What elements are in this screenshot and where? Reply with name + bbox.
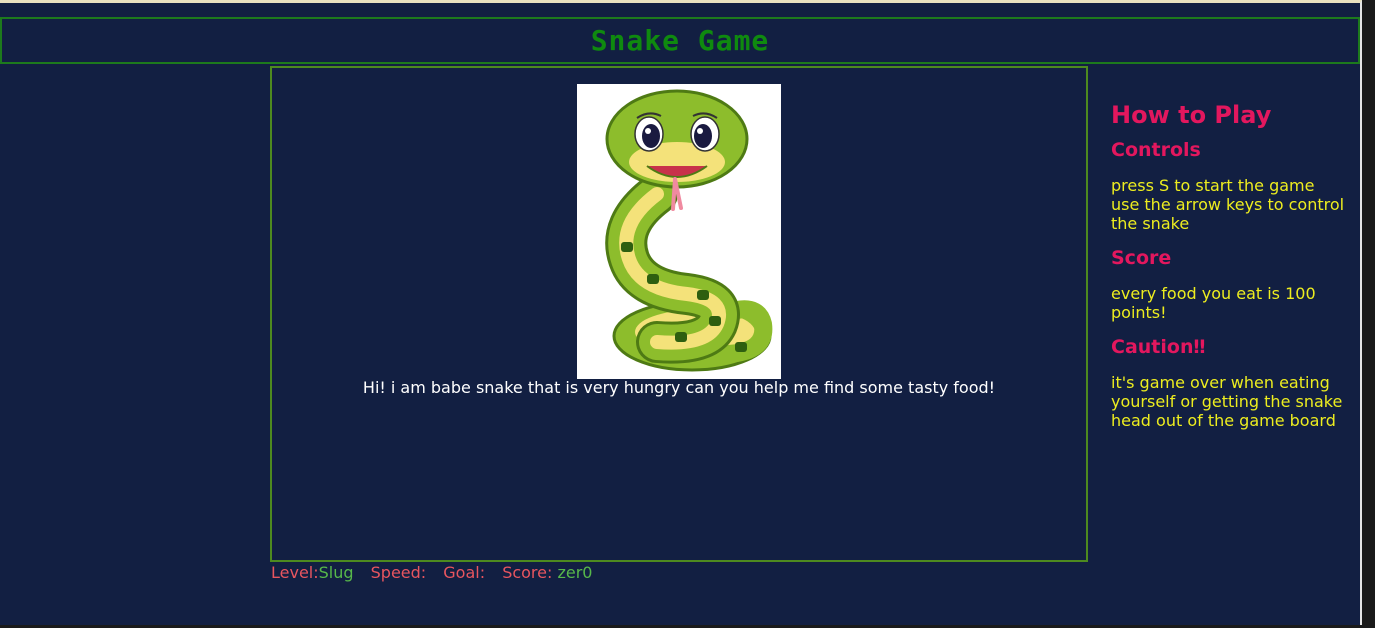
goal-label: Goal: bbox=[443, 563, 486, 582]
controls-text: press S to start the game use the arrow … bbox=[1111, 176, 1351, 233]
score-heading: Score bbox=[1111, 247, 1172, 269]
game-page: Snake Game Hi! i am babe snake that is v… bbox=[0, 0, 1362, 625]
intro-message: Hi! i am babe snake that is very hungry … bbox=[362, 378, 996, 397]
controls-line-start: press S to start the game bbox=[1111, 176, 1315, 195]
score-value: zer0 bbox=[557, 563, 593, 582]
how-to-play-panel: How to Play Controls press S to start th… bbox=[1111, 101, 1351, 444]
controls-line-arrows: use the arrow keys to control the snake bbox=[1111, 195, 1345, 233]
game-board[interactable]: Hi! i am babe snake that is very hungry … bbox=[270, 66, 1088, 562]
snake-mascot-image bbox=[577, 84, 781, 379]
score-label: Score: bbox=[502, 563, 553, 582]
status-bar: Level:Slug Speed: Goal: Score: zer0 bbox=[271, 563, 592, 582]
header-bar: Snake Game bbox=[0, 17, 1360, 64]
how-to-play-title: How to Play bbox=[1111, 101, 1272, 129]
speed-label: Speed: bbox=[370, 563, 427, 582]
level-label: Level: bbox=[271, 563, 319, 582]
caution-heading: Caution‼ bbox=[1111, 336, 1206, 358]
caution-text: it's game over when eating yourself or g… bbox=[1111, 373, 1343, 430]
snake-illustration bbox=[605, 89, 773, 372]
controls-heading: Controls bbox=[1111, 139, 1201, 161]
score-text: every food you eat is 100 points! bbox=[1111, 284, 1316, 322]
level-value: Slug bbox=[318, 563, 354, 582]
page-title: Snake Game bbox=[590, 24, 770, 57]
